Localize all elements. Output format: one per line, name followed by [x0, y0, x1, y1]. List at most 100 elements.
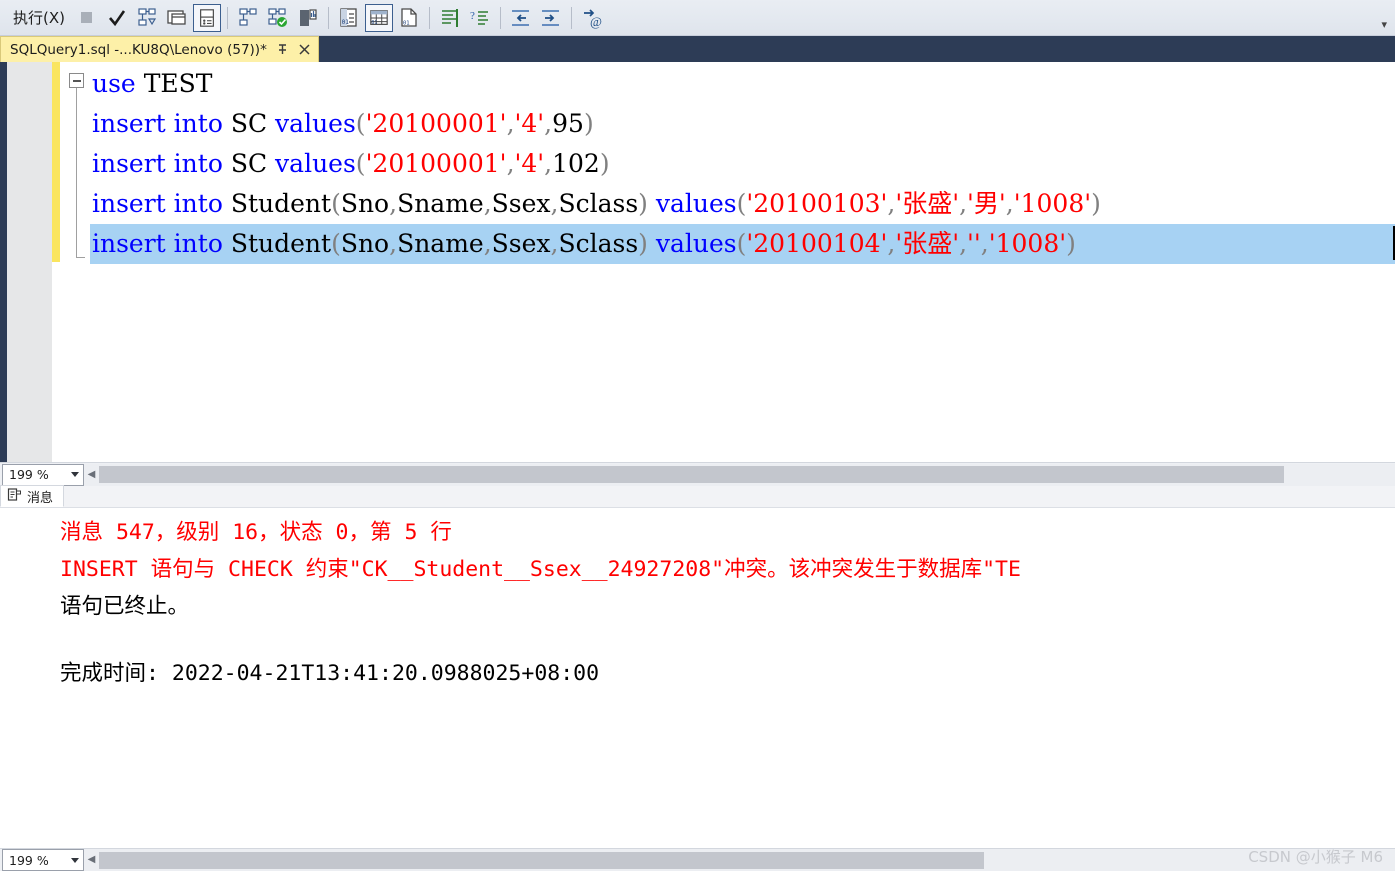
- message-line: 语句已终止。: [60, 594, 190, 619]
- document-tab-sqlquery1[interactable]: SQLQuery1.sql -...KU8Q\Lenovo (57))*: [0, 36, 319, 62]
- editor-scroll-track[interactable]: [99, 466, 1395, 483]
- message-line: 完成时间: 2022-04-21T13:41:20.0988025+08:00: [60, 661, 600, 686]
- tab-messages[interactable]: 消息: [0, 485, 65, 507]
- outlining-guide-line: [76, 88, 77, 258]
- code-token: ): [638, 189, 648, 218]
- code-token: (: [331, 229, 341, 258]
- increase-indent-icon: [541, 9, 559, 26]
- editor-horizontal-scrollbar[interactable]: ◀: [84, 463, 1395, 486]
- editor-scroll-thumb[interactable]: [99, 466, 1284, 483]
- uncomment-lines-button[interactable]: ?: [466, 4, 494, 32]
- main-toolbar: 执行(X) 01 01 01 ? @ ▾: [0, 0, 1395, 36]
- increase-indent-button[interactable]: [537, 4, 565, 32]
- results-zoom-dropdown[interactable]: 199 %: [2, 849, 84, 871]
- results-scroll-thumb[interactable]: [99, 851, 984, 869]
- results-to-text-button[interactable]: 01: [335, 4, 363, 32]
- include-live-query-statistics-button[interactable]: [234, 4, 262, 32]
- code-token: '4': [514, 109, 545, 138]
- sql-editor[interactable]: use TEST insert into SC values('20100001'…: [0, 62, 1395, 462]
- svg-text:01: 01: [371, 19, 377, 25]
- code-line-4[interactable]: insert into Student(Sno,Sname,Ssex,Sclas…: [90, 184, 1395, 224]
- uncomment-icon: ?: [470, 10, 488, 25]
- code-token: 95: [552, 109, 584, 138]
- template-parameters-icon: [299, 8, 317, 26]
- decrease-indent-icon: [511, 9, 529, 26]
- results-to-grid-button[interactable]: 01: [364, 3, 393, 32]
- comment-lines-button[interactable]: [436, 4, 464, 32]
- toolbar-separator: [428, 6, 430, 29]
- code-token: Sclass: [558, 189, 639, 218]
- results-to-file-button[interactable]: 01: [395, 4, 423, 32]
- code-token: 102: [552, 149, 600, 178]
- editor-zoom-value: 199 %: [9, 467, 49, 482]
- code-token: ): [638, 229, 648, 258]
- code-token: values: [275, 149, 356, 178]
- scroll-left-arrow-icon[interactable]: ◀: [84, 469, 99, 480]
- specify-template-values-button[interactable]: @: [578, 4, 606, 32]
- live-statistics-icon: [239, 7, 257, 26]
- svg-text:@: @: [590, 14, 602, 29]
- include-client-statistics-button[interactable]: [264, 4, 292, 32]
- query-options-button[interactable]: [163, 4, 191, 32]
- code-token: Sno: [340, 229, 390, 258]
- tab-messages-label: 消息: [27, 490, 54, 506]
- execute-button[interactable]: 执行(X): [6, 7, 72, 28]
- editor-outlining-margin[interactable]: [60, 62, 90, 462]
- code-token: ,: [959, 189, 968, 218]
- code-line-5[interactable]: insert into Student(Sno,Sname,Ssex,Sclas…: [90, 224, 1395, 264]
- code-token: (: [331, 189, 341, 218]
- toolbar-separator: [499, 6, 501, 29]
- results-horizontal-scrollbar[interactable]: ◀: [84, 849, 1395, 871]
- code-token: Student: [230, 229, 332, 258]
- stop-button[interactable]: [73, 4, 101, 32]
- results-scroll-track[interactable]: [99, 851, 1395, 869]
- message-line: 消息 547，级别 16，状态 0，第 5 行: [60, 520, 452, 545]
- code-line-3[interactable]: insert into SC values('20100001','4',102…: [90, 144, 1395, 184]
- code-token: Sname: [397, 229, 484, 258]
- decrease-indent-button[interactable]: [507, 4, 535, 32]
- specify-values-for-template-parameters-button[interactable]: [294, 4, 322, 32]
- code-token: SC: [230, 149, 268, 178]
- unsaved-changes-bar: [52, 62, 60, 262]
- code-token: ,: [544, 149, 553, 178]
- parse-button[interactable]: [103, 4, 131, 32]
- code-token: insert: [92, 109, 166, 138]
- code-token: ,: [483, 189, 492, 218]
- code-token: ,: [506, 109, 515, 138]
- toolbar-overflow-button[interactable]: ▾: [1381, 18, 1387, 31]
- scroll-left-arrow-icon[interactable]: ◀: [84, 855, 99, 865]
- svg-text:01: 01: [342, 19, 350, 26]
- messages-output[interactable]: 消息 547，级别 16，状态 0，第 5 行 INSERT 语句与 CHECK …: [0, 508, 1395, 848]
- code-token: TEST: [143, 69, 213, 98]
- query-options-icon: [167, 9, 186, 25]
- code-token: Sname: [397, 189, 484, 218]
- code-token: '1008': [1013, 189, 1092, 218]
- editor-indicator-margin[interactable]: [7, 62, 52, 462]
- code-token: '张盛': [895, 189, 960, 218]
- client-statistics-icon: [268, 7, 287, 27]
- include-actual-execution-plan-button[interactable]: [192, 3, 221, 32]
- code-token: into: [173, 149, 223, 178]
- toolbar-separator: [327, 6, 329, 29]
- close-icon[interactable]: [298, 43, 311, 56]
- editor-zoom-dropdown[interactable]: 199 %: [2, 463, 84, 486]
- editor-code-area[interactable]: use TEST insert into SC values('20100001'…: [90, 62, 1395, 462]
- code-token: into: [173, 109, 223, 138]
- toolbar-separator: [570, 6, 572, 29]
- document-tab-title: SQLQuery1.sql -...KU8Q\Lenovo (57))*: [10, 41, 267, 58]
- code-token: (: [736, 189, 747, 218]
- results-to-grid-icon: 01: [370, 9, 388, 25]
- code-token: ): [583, 109, 594, 138]
- collapse-region-icon[interactable]: [69, 73, 84, 88]
- code-line-1[interactable]: use TEST: [90, 64, 1395, 104]
- toolbar-separator: [226, 6, 228, 29]
- pin-icon[interactable]: [276, 43, 289, 56]
- display-estimated-execution-plan-button[interactable]: [133, 4, 161, 32]
- code-line-2[interactable]: insert into SC values('20100001','4',95): [90, 104, 1395, 144]
- code-token: Ssex: [491, 189, 551, 218]
